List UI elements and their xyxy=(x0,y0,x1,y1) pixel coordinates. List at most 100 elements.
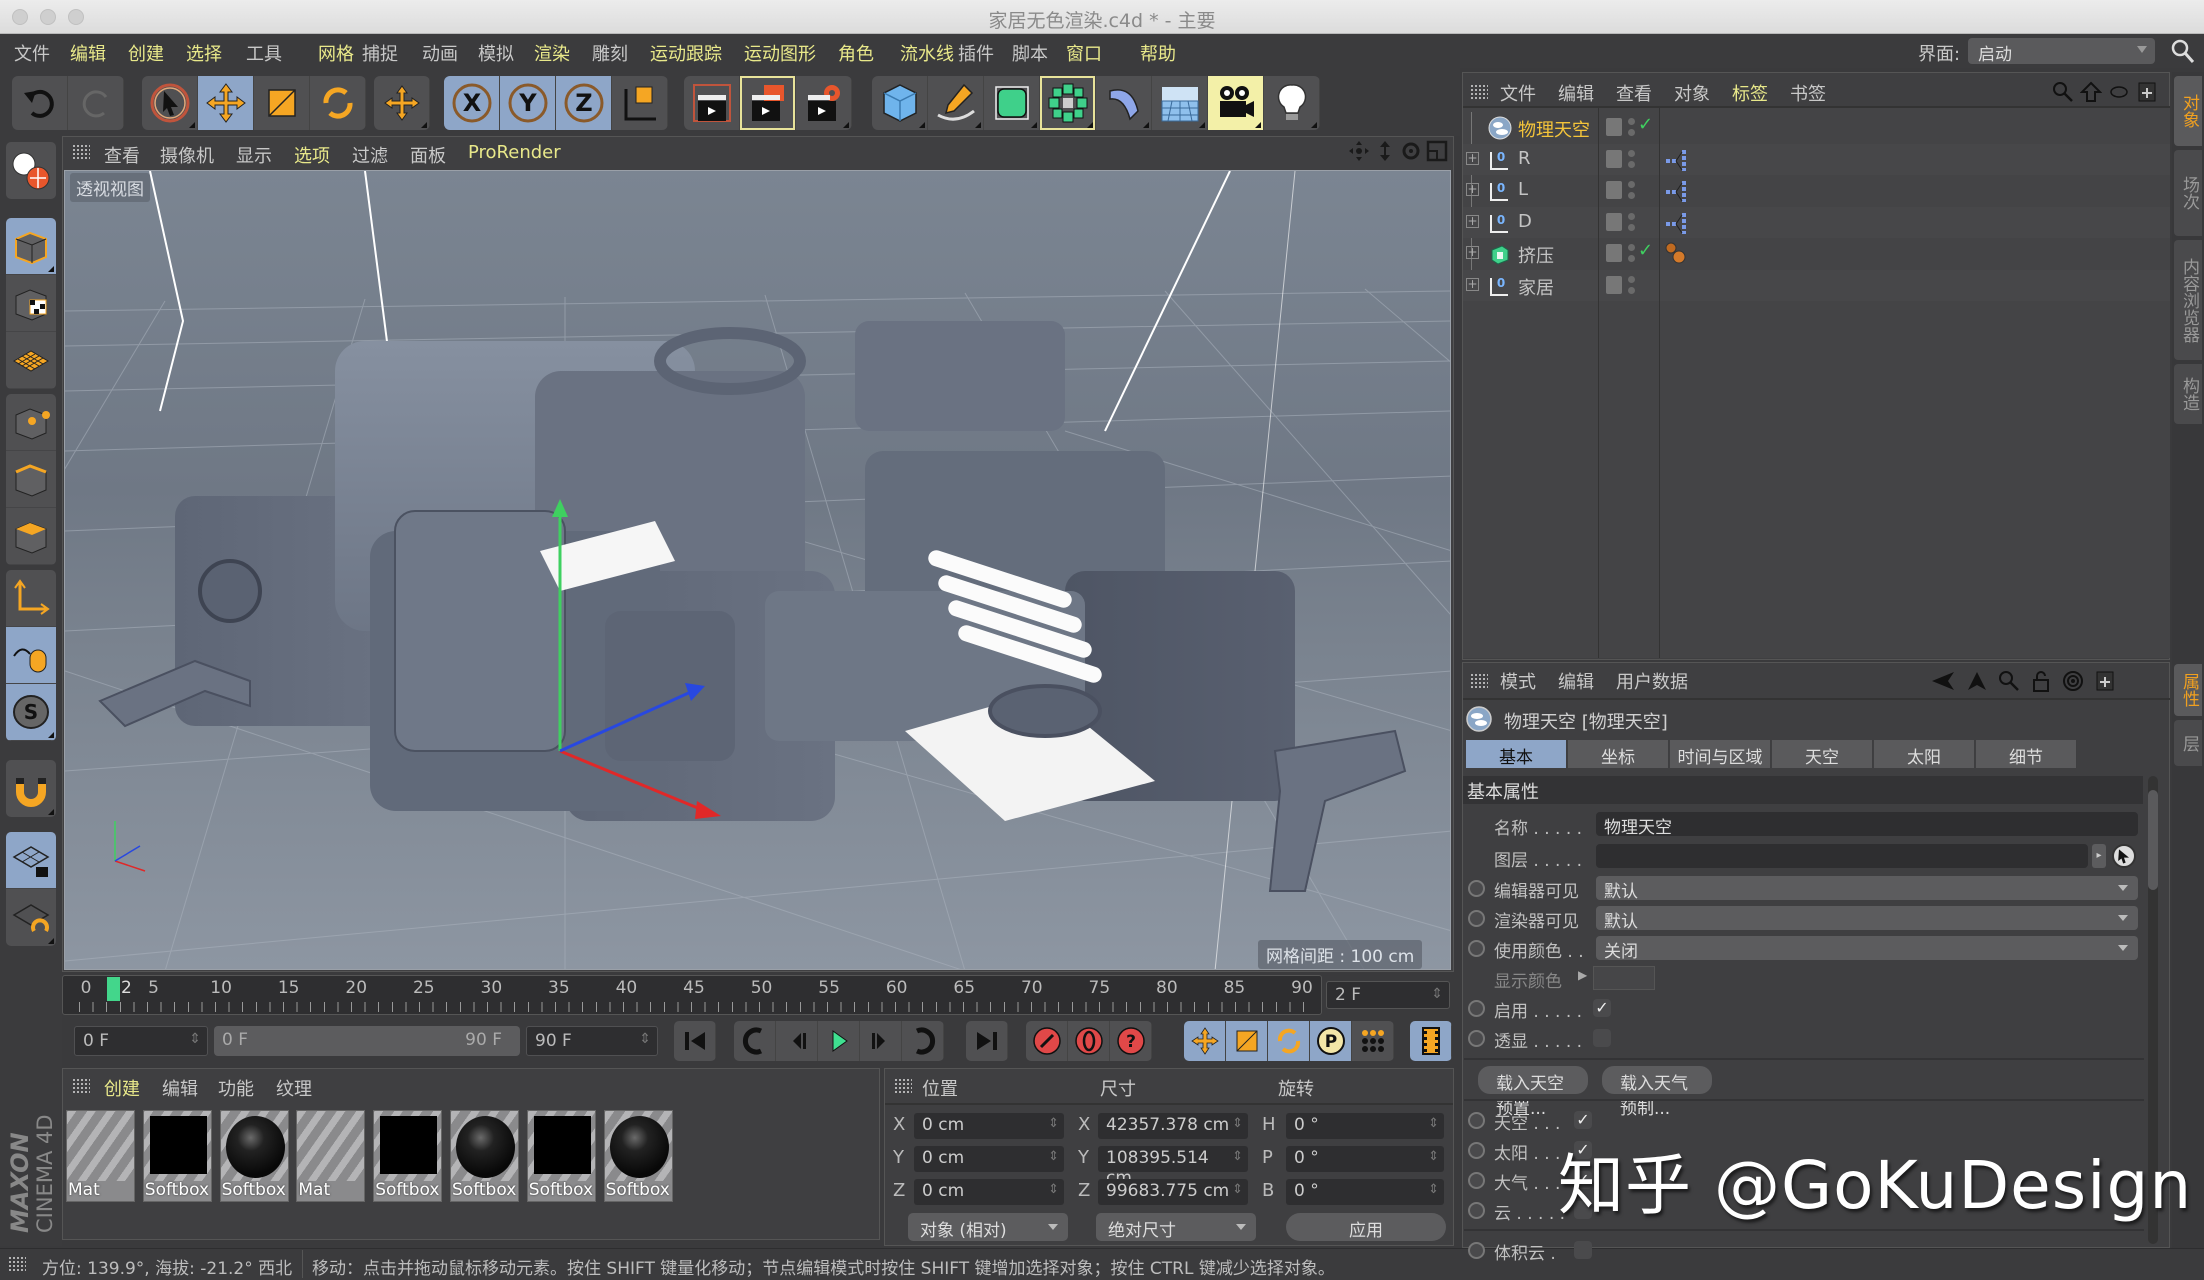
panel-grip-icon[interactable] xyxy=(894,1078,912,1094)
hierarchy-tag-icon[interactable] xyxy=(1664,148,1688,172)
keyframe-selection-button[interactable]: ? xyxy=(1110,1021,1152,1061)
previous-key-button[interactable] xyxy=(734,1021,776,1061)
panel-grip-icon[interactable] xyxy=(8,1256,26,1272)
z-axis-lock-button[interactable]: Z xyxy=(556,76,612,130)
hierarchy-tag-icon[interactable] xyxy=(1664,211,1688,235)
render-visible-dropdown[interactable]: 默认 xyxy=(1596,906,2138,932)
material-swatch[interactable]: Mat xyxy=(66,1110,135,1202)
scale-button[interactable] xyxy=(254,76,310,130)
menu-12[interactable]: 运动跟踪 xyxy=(650,40,722,66)
attribute-tab-5[interactable]: 太阳 xyxy=(1874,740,1975,768)
go-to-start-button[interactable] xyxy=(674,1021,716,1061)
auto-keying-button[interactable] xyxy=(1068,1021,1110,1061)
side-tab-3[interactable]: 内容浏览器 xyxy=(2174,240,2202,360)
viewport-menu-7[interactable]: ProRender xyxy=(468,142,561,163)
editor-visibility-dot[interactable] xyxy=(1628,275,1635,283)
layer-field[interactable] xyxy=(1596,844,2088,868)
layer-color-swatch[interactable] xyxy=(1606,149,1622,168)
size-z-field[interactable]: 99683.775 cm xyxy=(1098,1179,1248,1205)
viewport-menu-2[interactable]: 摄像机 xyxy=(160,142,214,168)
object-menu-6[interactable]: 书签 xyxy=(1790,80,1826,106)
floor-button[interactable] xyxy=(1152,76,1208,130)
volumetric-clouds-animate-radio[interactable] xyxy=(1468,1242,1485,1259)
menu-19[interactable]: 帮助 xyxy=(1140,40,1176,66)
sky-checkbox[interactable]: ✓ xyxy=(1574,1111,1592,1129)
render-visibility-dot[interactable] xyxy=(1628,223,1635,231)
edges-mode-button[interactable] xyxy=(6,451,56,508)
toggle-layout-icon[interactable] xyxy=(1426,140,1448,162)
object-menu-5[interactable]: 标签 xyxy=(1732,80,1768,106)
rotate-view-icon[interactable] xyxy=(1400,140,1422,162)
expand-arrow-icon[interactable]: ▶ xyxy=(1578,968,1587,982)
target-icon[interactable] xyxy=(2062,670,2084,692)
current-frame-field[interactable]: 2 F xyxy=(1326,981,1450,1009)
object-row[interactable] xyxy=(1463,175,2170,206)
viewport-menu-5[interactable]: 过滤 xyxy=(352,142,388,168)
record-keys-button[interactable] xyxy=(1026,1021,1068,1061)
redo-button[interactable] xyxy=(68,76,124,130)
unlock-icon[interactable] xyxy=(2030,670,2052,692)
material-swatch[interactable]: Softbox xyxy=(142,1110,212,1202)
render-visibility-dot[interactable] xyxy=(1628,129,1635,136)
menu-8[interactable]: 动画 xyxy=(422,40,458,66)
snap-button[interactable] xyxy=(6,760,56,817)
basic-properties-section[interactable]: 基本属性 xyxy=(1463,776,2143,804)
menu-14[interactable]: 角色 xyxy=(838,40,874,66)
side-tab-1[interactable]: 对象 xyxy=(2174,76,2202,146)
size-y-field[interactable]: 108395.514 cm xyxy=(1098,1146,1248,1188)
layer-color-swatch[interactable] xyxy=(1606,118,1622,136)
live-selection-button[interactable] xyxy=(142,76,198,130)
material-swatch[interactable]: Softbox xyxy=(603,1110,673,1202)
enabled-checkmark-icon[interactable]: ✓ xyxy=(1638,114,1653,135)
render-visible-animate-radio[interactable] xyxy=(1468,910,1485,927)
object-menu-3[interactable]: 查看 xyxy=(1616,80,1652,106)
render-visibility-dot[interactable] xyxy=(1628,160,1635,168)
side-tab-bottom-1[interactable]: 属性 xyxy=(2174,664,2202,716)
position-z-field[interactable]: 0 cm xyxy=(914,1179,1064,1205)
render-to-picture-viewer-button[interactable] xyxy=(740,76,796,130)
hierarchy-tag-icon[interactable] xyxy=(1664,179,1688,203)
cube-button[interactable] xyxy=(872,76,928,130)
menu-10[interactable]: 渲染 xyxy=(534,40,570,66)
zoom-view-icon[interactable] xyxy=(1374,140,1396,162)
enabled-checkmark-icon[interactable]: ✓ xyxy=(1638,240,1653,261)
editor-visibility-dot[interactable] xyxy=(1628,212,1635,220)
eye-icon[interactable] xyxy=(2108,81,2130,103)
side-tab-4[interactable]: 构造 xyxy=(2174,364,2202,424)
viewport-menu-3[interactable]: 显示 xyxy=(236,142,272,168)
layer-menu-arrow[interactable]: ▸ xyxy=(2092,844,2106,868)
lock-workplane-button[interactable] xyxy=(6,832,56,889)
material-menu-3[interactable]: 功能 xyxy=(218,1075,254,1101)
object-menu-2[interactable]: 编辑 xyxy=(1558,80,1594,106)
size-x-field[interactable]: 42357.378 cm xyxy=(1098,1113,1248,1139)
subdivision-surface-button[interactable] xyxy=(984,76,1040,130)
search-icon[interactable] xyxy=(2170,38,2196,64)
search-icon[interactable] xyxy=(1998,670,2020,692)
rotation-b-field[interactable]: 0 ° xyxy=(1286,1179,1444,1205)
attribute-tab-6[interactable]: 细节 xyxy=(1976,740,2077,768)
timeline-window-button[interactable] xyxy=(1410,1021,1452,1061)
sky-animate-radio[interactable] xyxy=(1468,1112,1485,1129)
menu-7[interactable]: 捕捉 xyxy=(362,40,398,66)
texture-mode-button[interactable] xyxy=(6,275,56,332)
render-visibility-dot[interactable] xyxy=(1628,286,1635,294)
pan-view-icon[interactable] xyxy=(1348,140,1370,162)
position-key-button[interactable] xyxy=(1184,1021,1226,1061)
menu-16[interactable]: 插件 xyxy=(958,40,994,66)
rotation-h-field[interactable]: 0 ° xyxy=(1286,1113,1444,1139)
y-axis-lock-button[interactable]: Y xyxy=(500,76,556,130)
editor-visibility-dot[interactable] xyxy=(1628,118,1635,125)
editor-visible-dropdown[interactable]: 默认 xyxy=(1596,876,2138,902)
menu-4[interactable]: 选择 xyxy=(186,40,222,66)
object-row[interactable] xyxy=(1463,238,2170,269)
position-y-field[interactable]: 0 cm xyxy=(914,1146,1064,1172)
scrollbar-thumb[interactable] xyxy=(2148,790,2158,890)
menu-17[interactable]: 脚本 xyxy=(1012,40,1048,66)
object-menu-1[interactable]: 文件 xyxy=(1500,80,1536,106)
parameter-key-button[interactable]: P xyxy=(1310,1021,1352,1061)
object-menu-4[interactable]: 对象 xyxy=(1674,80,1710,106)
editor-visibility-dot[interactable] xyxy=(1628,149,1635,157)
use-color-animate-radio[interactable] xyxy=(1468,940,1485,957)
start-frame-field[interactable]: 0 F xyxy=(74,1026,208,1056)
polygons-mode-button[interactable] xyxy=(6,508,56,565)
